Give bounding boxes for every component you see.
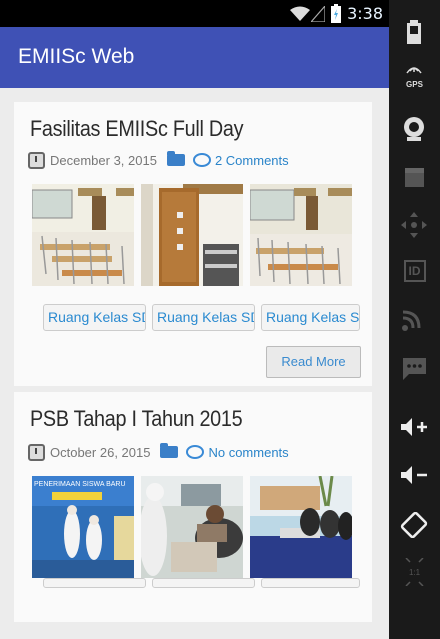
id-icon[interactable]: ID [389,260,440,282]
post-image[interactable] [32,184,134,286]
post-image[interactable] [141,476,243,578]
comments-link[interactable]: No comments [208,445,288,460]
post-date: December 3, 2015 [50,152,157,168]
post-image[interactable] [250,476,352,578]
app-title: EMIISc Web [18,45,135,68]
clock-icon [28,443,45,461]
fullscreen-icon [405,581,424,586]
folder-icon[interactable] [166,151,185,166]
post-image[interactable] [141,184,243,286]
id-label: ID [403,260,426,282]
post-image[interactable] [250,184,352,286]
battery-icon[interactable] [389,18,440,46]
post-date: October 26, 2015 [50,444,151,460]
rss-icon[interactable] [389,308,440,332]
category-tag[interactable] [261,578,360,588]
volume-up-icon[interactable] [389,416,440,438]
comment-icon [192,153,211,167]
rotate-icon[interactable] [389,512,440,538]
category-tag[interactable] [43,578,146,588]
app-bar: EMIISc Web [0,27,389,88]
camera-icon[interactable] [389,116,440,142]
wifi-icon [290,6,310,21]
banner-text: PENERIMAAN SISWA BARU [34,481,126,488]
post-meta: October 26, 2015 No comments [28,442,289,462]
status-time: 3:38 [347,4,383,23]
post-list[interactable]: Fasilitas EMIISc Full Day December 3, 20… [0,88,389,639]
post-meta: December 3, 2015 2 Comments [28,150,289,170]
sms-icon[interactable] [389,356,440,382]
fullscreen-icon[interactable] [389,558,440,568]
category-tag[interactable] [152,578,255,588]
signal-icon [311,6,325,22]
dpad-icon[interactable] [389,212,440,238]
comment-icon [186,445,205,459]
read-more-button[interactable]: Read More [266,346,361,378]
scale-label: 1:1 [408,568,421,577]
category-tag[interactable]: Ruang Kelas SD [43,304,146,331]
category-tag[interactable]: Ruang Kelas SD [152,304,255,331]
category-tag[interactable]: Ruang Kelas SD [261,304,360,331]
post-card: PSB Tahap I Tahun 2015 October 26, 2015 … [14,392,372,622]
post-card: Fasilitas EMIISc Full Day December 3, 20… [14,102,372,386]
emulator-side-panel: GPS ID 1:1 [389,0,440,639]
status-bar: 3:38 [0,0,389,27]
folder-icon[interactable] [160,443,179,458]
post-image[interactable]: PENERIMAAN SISWA BARU [32,476,134,578]
battery-icon [331,4,341,23]
gps-label: GPS [406,80,423,89]
phone-screen: 3:38 EMIISc Web Fasilitas EMIISc Full Da… [0,0,389,639]
comments-link[interactable]: 2 Comments [215,153,289,168]
post-title[interactable]: Fasilitas EMIISc Full Day [30,116,244,142]
post-title[interactable]: PSB Tahap I Tahun 2015 [30,406,243,432]
clock-icon [28,151,45,169]
volume-down-icon[interactable] [389,464,440,486]
clapperboard-icon[interactable] [389,166,440,188]
